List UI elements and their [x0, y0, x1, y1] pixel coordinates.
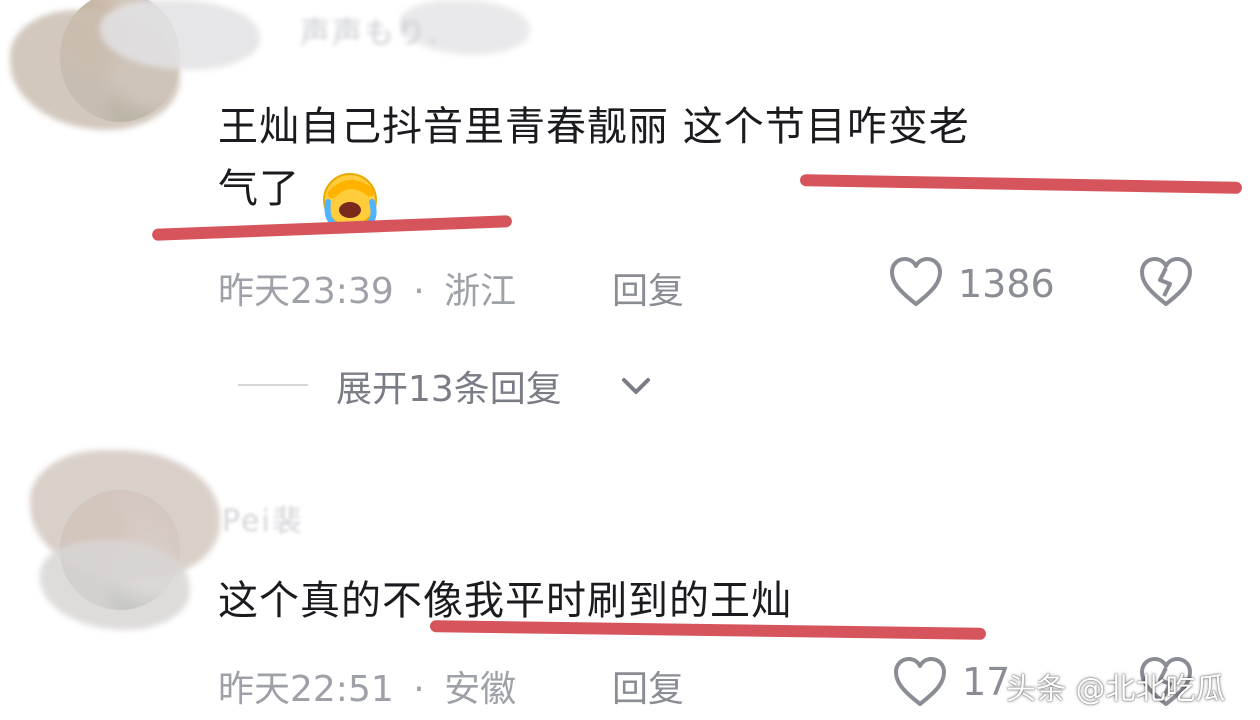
comment-location: 浙江 — [444, 271, 517, 312]
heart-icon[interactable] — [888, 256, 944, 310]
comment-text-line: 王灿自己抖音里青春靓丽 这个节目咋变老 — [218, 104, 970, 150]
meta-separator: · — [413, 669, 425, 710]
expand-divider — [238, 384, 308, 386]
highlight-underline — [429, 620, 987, 640]
comment-meta: 昨天22:51 · 安徽 — [218, 660, 516, 712]
reply-button[interactable]: 回复 — [612, 660, 684, 712]
meta-separator: · — [413, 271, 425, 312]
comment-time: 昨天23:39 — [218, 271, 394, 312]
comment-meta: 昨天23:39 · 浙江 — [218, 262, 516, 314]
chevron-down-icon[interactable] — [618, 374, 654, 398]
like-count: 17 — [962, 660, 1011, 704]
expand-replies-button[interactable]: 展开13条回复 — [336, 360, 562, 412]
username[interactable]: 声声もり. — [300, 8, 440, 52]
heart-icon[interactable] — [892, 656, 948, 710]
broken-heart-icon[interactable] — [1138, 256, 1194, 310]
watermark: 头条 @北北吃瓜 — [1006, 672, 1226, 707]
reply-button[interactable]: 回复 — [612, 262, 684, 314]
comment-text-line: 气了 — [218, 166, 300, 212]
avatar-scribble — [40, 540, 190, 630]
username[interactable]: Pei裴 — [222, 496, 304, 540]
comment-location: 安徽 — [444, 669, 517, 710]
like-count: 1386 — [958, 262, 1055, 306]
comment-time: 昨天22:51 — [218, 669, 394, 710]
expand-replies-label: 展开13条回复 — [336, 369, 562, 410]
username-label: Pei裴 — [222, 504, 304, 539]
